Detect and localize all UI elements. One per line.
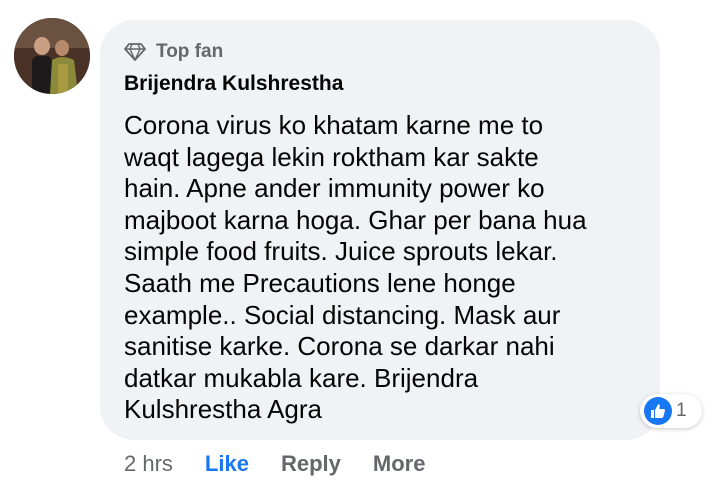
diamond-icon [124,43,146,61]
avatar[interactable] [14,18,90,94]
comment-text: Corona virus ko khatam karne me to waqt … [124,110,587,425]
reaction-count: 1 [676,400,687,421]
like-button[interactable]: Like [205,451,249,477]
timestamp[interactable]: 2 hrs [124,451,173,477]
top-fan-badge: Top fan [124,38,223,66]
more-button[interactable]: More [373,451,426,477]
reply-button[interactable]: Reply [281,451,341,477]
badge-label: Top fan [156,41,224,62]
comment-actions: 2 hrs Like Reply More [124,448,457,480]
reaction-summary[interactable]: 1 [640,394,702,428]
comment-container: Top fan Brijendra Kulshrestha Corona vir… [0,0,720,486]
author-name[interactable]: Brijendra Kulshrestha [124,72,343,96]
like-icon [644,397,672,425]
